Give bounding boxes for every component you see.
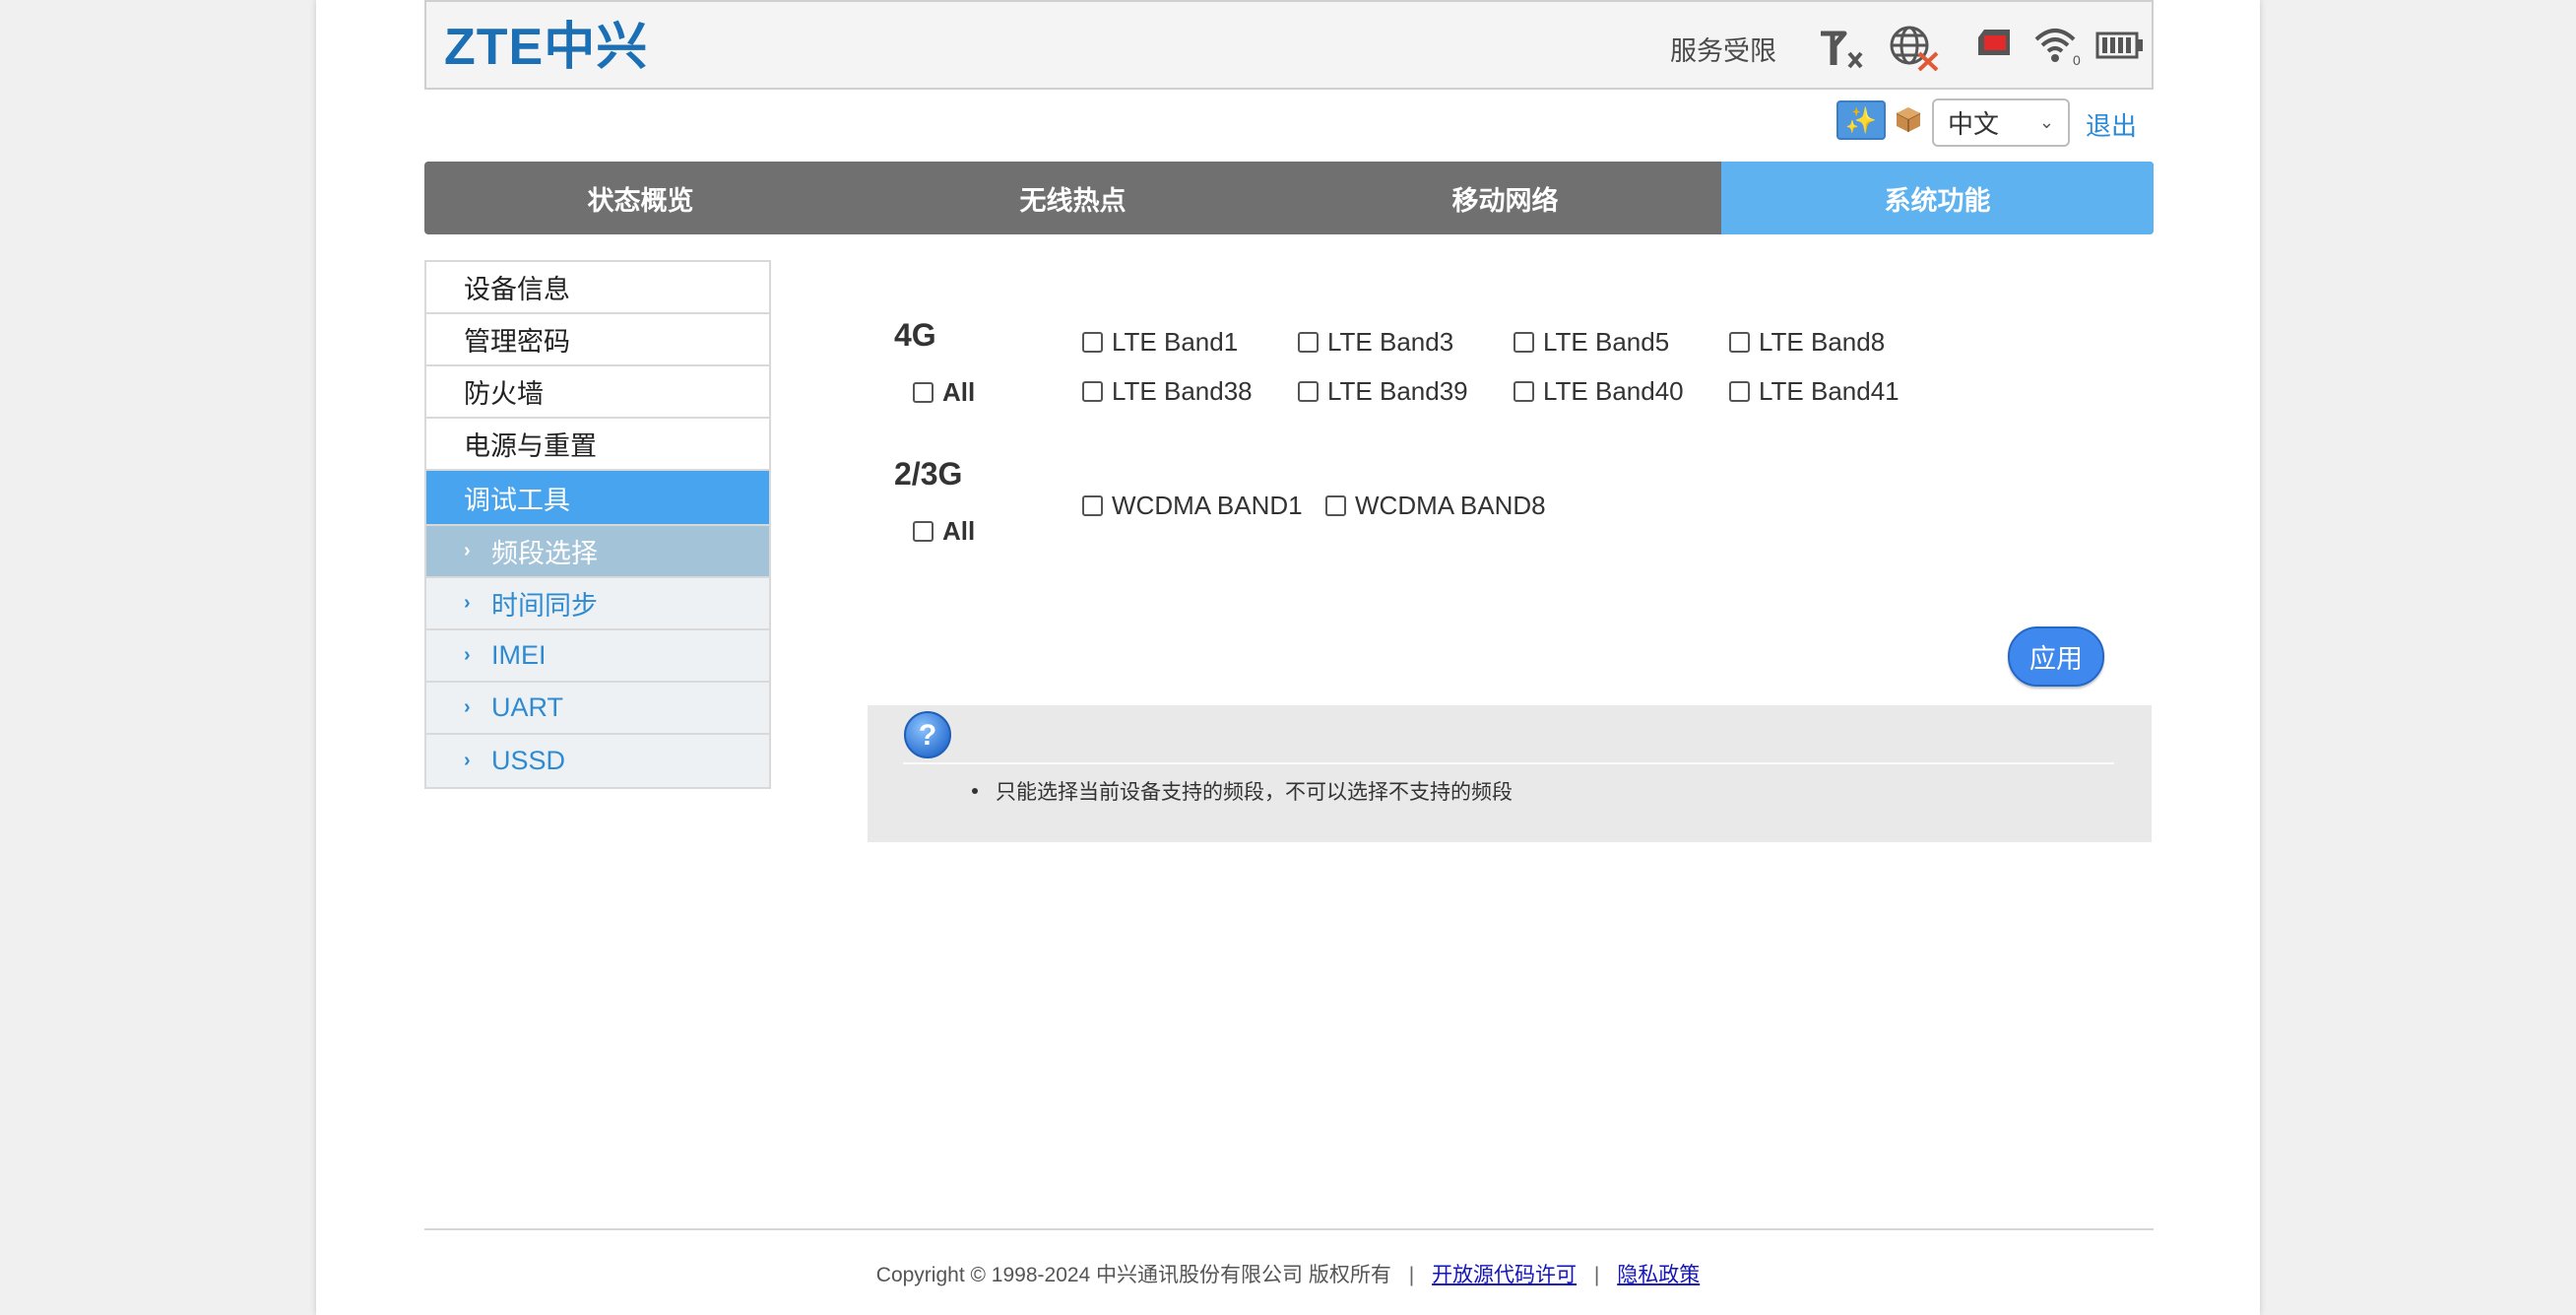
chevron-right-icon: › [464, 750, 471, 771]
wifi-client-count: 0 [2073, 52, 2081, 68]
band-checkbox-wcdma-band8[interactable]: WCDMA BAND8 [1325, 491, 1546, 521]
sidebar-subitem-band-selection[interactable]: › 频段选择 [426, 526, 769, 578]
help-panel: ? 只能选择当前设备支持的频段，不可以选择不支持的频段 [868, 705, 2152, 842]
bullet-icon [972, 788, 978, 794]
no-internet-globe-icon [1890, 26, 1939, 71]
tab-wireless-hotspot[interactable]: 无线热点 [857, 162, 1289, 234]
main-nav: 状态概览 无线热点 移动网络 系统功能 [424, 162, 2154, 234]
help-divider [903, 762, 2114, 764]
band-label: LTE Band40 [1543, 376, 1684, 406]
chevron-right-icon: › [464, 644, 471, 666]
page: ZTE中兴 服务受限 0 ✨ 中文 ⌄ 退出 状态概览 无线热点 移动网络 系统… [316, 0, 2260, 1315]
checkbox-box[interactable] [913, 382, 934, 403]
checkbox-box[interactable] [1298, 332, 1319, 353]
band-label: LTE Band1 [1112, 327, 1239, 357]
select-all-label: All [942, 516, 976, 546]
sidebar-item-device-info[interactable]: 设备信息 [426, 262, 769, 314]
open-source-license-link[interactable]: 开放源代码许可 [1432, 1264, 1577, 1286]
band-label: WCDMA BAND1 [1112, 491, 1303, 520]
sidebar-subitem-ussd[interactable]: › USSD [426, 735, 769, 787]
band-checkbox-wcdma-band1[interactable]: WCDMA BAND1 [1082, 491, 1303, 521]
sidebar-subitem-label: IMEI [491, 640, 547, 670]
help-note: 只能选择当前设备支持的频段，不可以选择不支持的频段 [972, 776, 1513, 806]
footer-separator: | [1408, 1264, 1415, 1286]
checkbox-box[interactable] [1082, 332, 1103, 353]
chevron-right-icon: › [464, 592, 471, 614]
help-question-icon: ? [904, 711, 951, 758]
copyright-text: Copyright © 1998-2024 中兴通讯股份有限公司 版权所有 [875, 1264, 1391, 1286]
sidebar-item-firewall[interactable]: 防火墙 [426, 366, 769, 419]
chevron-right-icon: › [464, 540, 471, 561]
band-label: LTE Band41 [1759, 376, 1900, 406]
sidebar-subitem-time-sync[interactable]: › 时间同步 [426, 578, 769, 630]
network-status-text: 服务受限 [1670, 36, 1776, 66]
group-label-4g: 4G [894, 317, 936, 353]
footer-separator: | [1593, 1264, 1600, 1286]
group-label-2-3g: 2/3G [894, 456, 963, 492]
signal-none-icon [1821, 31, 1863, 69]
sidebar-item-admin-password[interactable]: 管理密码 [426, 314, 769, 366]
sidebar-item-debug-tools[interactable]: 调试工具 [426, 471, 769, 526]
sidebar-item-power-reset[interactable]: 电源与重置 [426, 419, 769, 471]
wifi-icon: 0 [2034, 29, 2081, 68]
header-bar: ZTE中兴 服务受限 0 [424, 0, 2154, 90]
checkbox-box[interactable] [913, 521, 934, 542]
language-selected-value: 中文 [1948, 109, 2000, 139]
band-checkbox-lte-band1[interactable]: LTE Band1 [1082, 327, 1238, 358]
theme-sparkle-button[interactable]: ✨ [1836, 100, 1886, 140]
checkbox-box[interactable] [1729, 381, 1750, 402]
band-checkbox-lte-band39[interactable]: LTE Band39 [1298, 376, 1468, 407]
checkbox-box[interactable] [1082, 381, 1103, 402]
sidebar-subitem-label: UART [491, 692, 564, 722]
logout-link[interactable]: 退出 [2086, 106, 2137, 143]
band-checkbox-lte-band40[interactable]: LTE Band40 [1513, 376, 1684, 407]
package-icon[interactable] [1894, 104, 1923, 134]
tab-mobile-network[interactable]: 移动网络 [1289, 162, 1721, 234]
band-checkbox-lte-band41[interactable]: LTE Band41 [1729, 376, 1900, 407]
checkbox-box[interactable] [1325, 495, 1346, 516]
select-all-2-3g-checkbox[interactable]: All [913, 516, 975, 547]
tab-system-functions[interactable]: 系统功能 [1721, 162, 2154, 234]
band-label: WCDMA BAND8 [1355, 491, 1546, 520]
band-label: LTE Band38 [1112, 376, 1253, 406]
band-checkbox-lte-band8[interactable]: LTE Band8 [1729, 327, 1885, 358]
help-note-text: 只能选择当前设备支持的频段，不可以选择不支持的频段 [996, 781, 1513, 804]
battery-icon [2095, 32, 2143, 59]
language-select[interactable]: 中文 ⌄ [1932, 99, 2070, 147]
band-label: LTE Band39 [1327, 376, 1468, 406]
checkbox-box[interactable] [1729, 332, 1750, 353]
sidebar-subitem-label: USSD [491, 746, 566, 775]
band-label: LTE Band3 [1327, 327, 1454, 357]
checkbox-box[interactable] [1082, 495, 1103, 516]
apply-button[interactable]: 应用 [2008, 626, 2104, 687]
tab-status-overview[interactable]: 状态概览 [424, 162, 857, 234]
sidebar: 设备信息 管理密码 防火墙 电源与重置 调试工具 › 频段选择 › 时间同步 ›… [424, 260, 771, 789]
band-checkbox-lte-band38[interactable]: LTE Band38 [1082, 376, 1253, 407]
band-label: LTE Band8 [1759, 327, 1886, 357]
select-all-4g-checkbox[interactable]: All [913, 377, 975, 408]
band-checkbox-lte-band3[interactable]: LTE Band3 [1298, 327, 1453, 358]
footer-divider [424, 1228, 2154, 1230]
sparkle-icon: ✨ [1844, 104, 1878, 135]
band-checkbox-lte-band5[interactable]: LTE Band5 [1513, 327, 1669, 358]
checkbox-box[interactable] [1513, 332, 1534, 353]
checkbox-box[interactable] [1513, 381, 1534, 402]
privacy-policy-link[interactable]: 隐私政策 [1617, 1264, 1700, 1286]
footer: Copyright © 1998-2024 中兴通讯股份有限公司 版权所有 | … [316, 1259, 2260, 1288]
select-all-label: All [942, 377, 976, 407]
chevron-right-icon: › [464, 696, 471, 718]
checkbox-box[interactable] [1298, 381, 1319, 402]
sidebar-subitem-imei[interactable]: › IMEI [426, 630, 769, 683]
band-label: LTE Band5 [1543, 327, 1670, 357]
zte-logo: ZTE中兴 [444, 19, 649, 76]
chevron-down-icon: ⌄ [2038, 112, 2054, 132]
sidebar-subitem-label: 频段选择 [491, 539, 598, 568]
svg-text:?: ? [919, 719, 936, 752]
sim-card-icon [1978, 30, 2010, 55]
sidebar-subitem-label: 时间同步 [491, 591, 598, 621]
sidebar-subitem-uart[interactable]: › UART [426, 683, 769, 735]
